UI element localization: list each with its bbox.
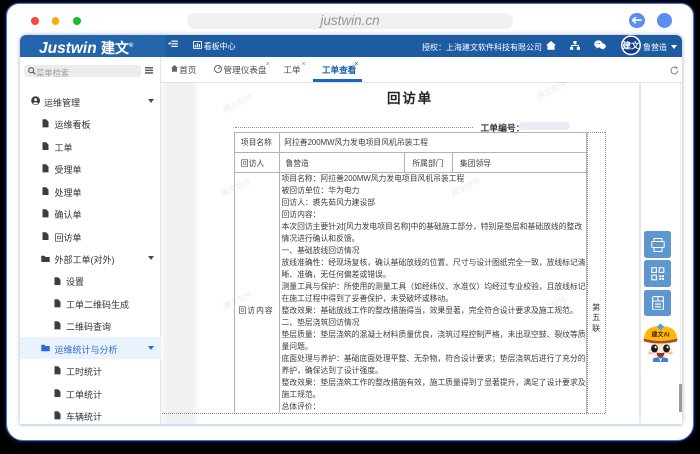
svg-text:建文AI: 建文AI xyxy=(651,331,669,339)
svg-text:建文: 建文 xyxy=(621,40,640,50)
